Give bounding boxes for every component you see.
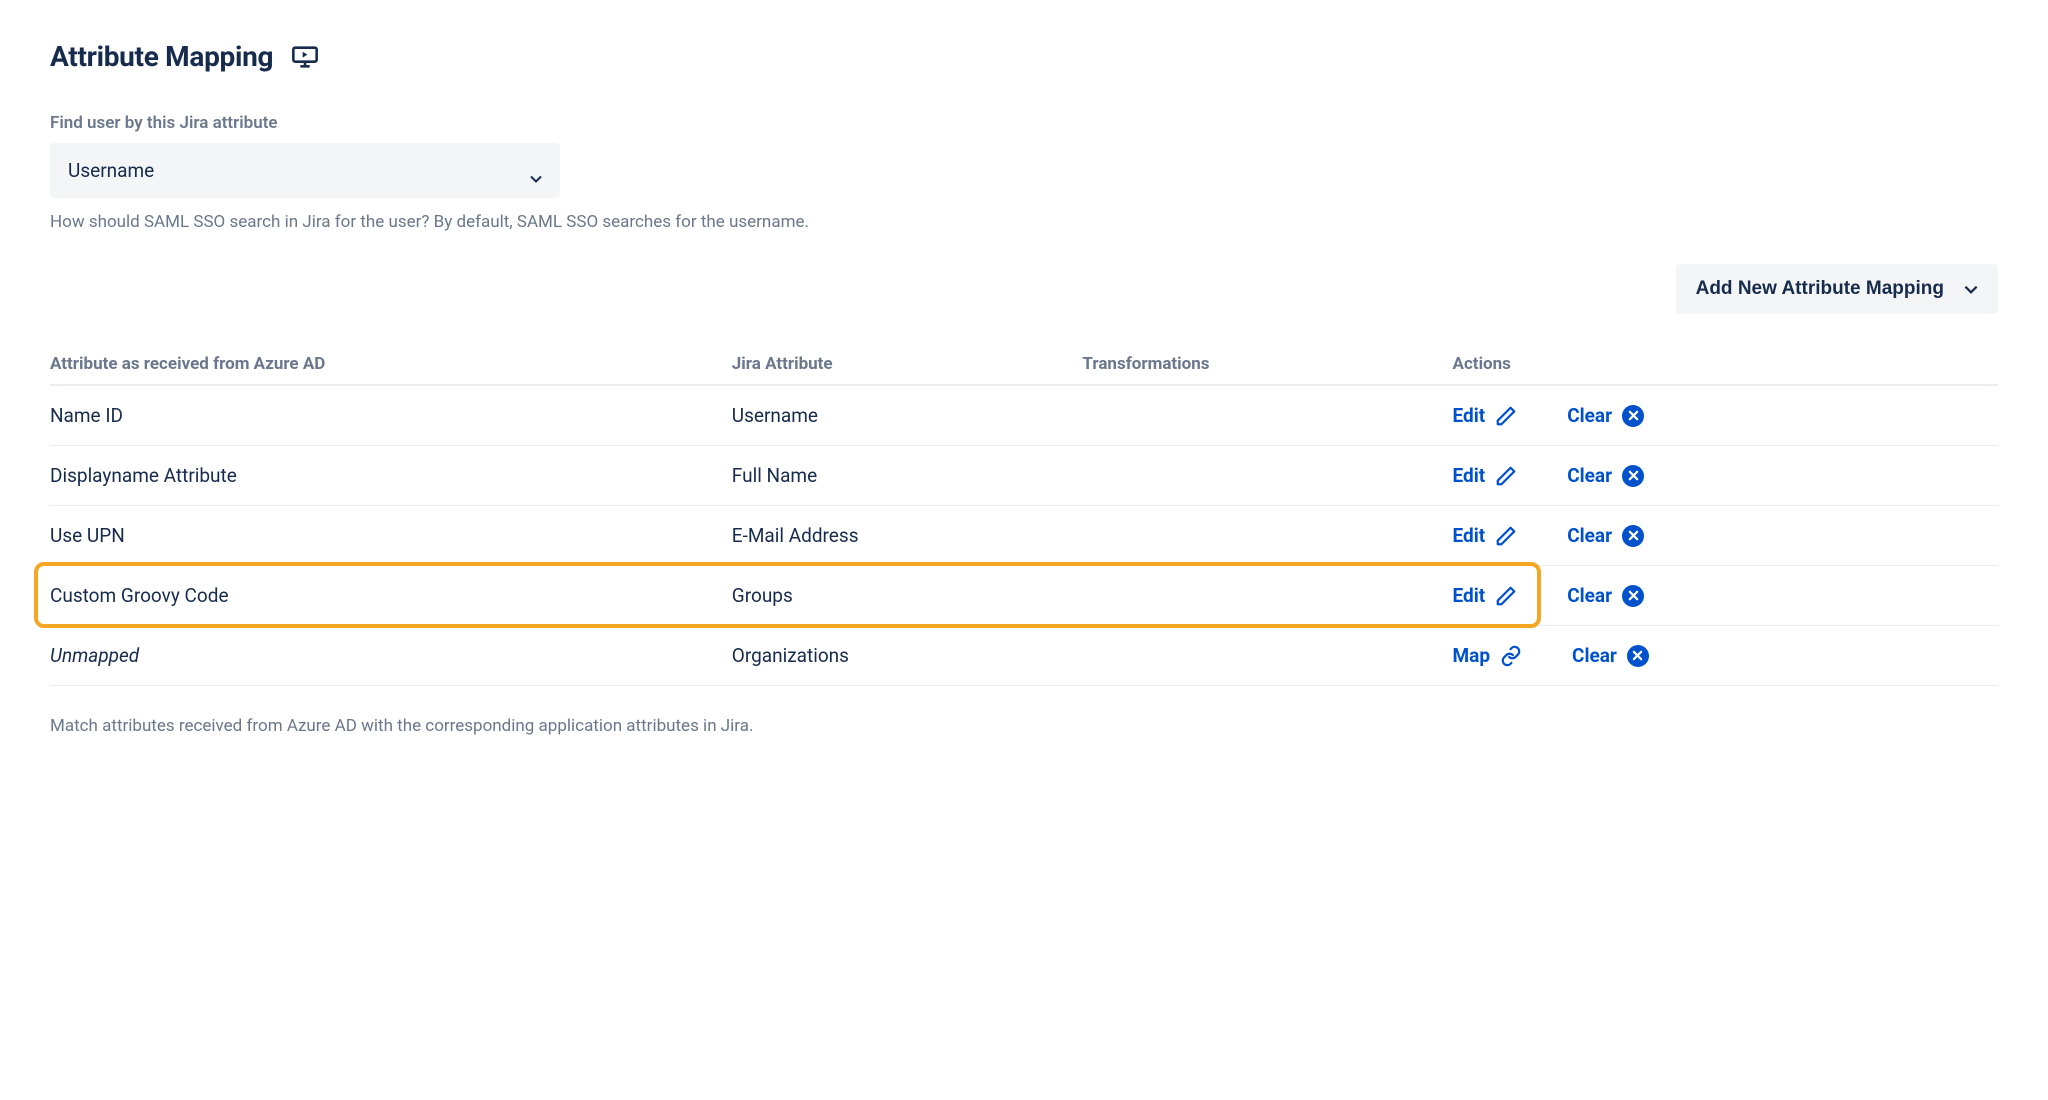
table-row: Name IDUsername Edit Clear [50,385,1998,446]
close-icon [1622,405,1644,427]
chevron-down-icon [530,165,542,177]
table-row: Use UPNE-Mail Address Edit Clear [50,506,1998,566]
cell-actions: Edit Clear [1453,506,1998,566]
clear-button[interactable]: Clear [1567,464,1644,487]
action-label: Edit [1453,404,1486,427]
close-icon [1622,465,1644,487]
cell-jira: Username [732,385,1083,446]
cell-transformations [1082,385,1452,446]
action-label: Clear [1567,584,1612,607]
action-label: Clear [1567,404,1612,427]
cell-transformations [1082,446,1452,506]
cell-source: Custom Groovy Code [50,566,732,626]
table-row: Displayname AttributeFull Name Edit Clear [50,446,1998,506]
col-header-transformations: Transformations [1082,344,1452,385]
cell-transformations [1082,626,1452,686]
map-button[interactable]: Map [1453,644,1523,667]
table-row: Custom Groovy CodeGroups Edit Clear [50,566,1998,626]
col-header-source: Attribute as received from Azure AD [50,344,732,385]
cell-jira: Organizations [732,626,1083,686]
clear-button[interactable]: Clear [1567,404,1644,427]
action-label: Edit [1453,584,1486,607]
cell-transformations [1082,506,1452,566]
action-label: Clear [1567,464,1612,487]
cell-actions: Edit Clear [1453,385,1998,446]
action-label: Edit [1453,464,1486,487]
cell-source: Displayname Attribute [50,446,732,506]
find-user-section: Find user by this Jira attribute Usernam… [50,113,1998,232]
find-user-select[interactable]: Username [50,143,560,198]
find-user-selected-value: Username [68,159,154,182]
close-icon [1627,645,1649,667]
cell-actions: Edit Clear [1453,446,1998,506]
add-attribute-mapping-button[interactable]: Add New Attribute Mapping [1676,264,1998,314]
footer-help-text: Match attributes received from Azure AD … [50,716,1998,736]
cell-source: Name ID [50,385,732,446]
close-icon [1622,585,1644,607]
table-row: UnmappedOrganizations Map Clear [50,626,1998,686]
cell-jira: E-Mail Address [732,506,1083,566]
action-label: Edit [1453,524,1486,547]
edit-button[interactable]: Edit [1453,524,1518,547]
cell-actions: Edit Clear [1453,566,1998,626]
action-label: Clear [1567,524,1612,547]
page-header: Attribute Mapping [50,40,1998,73]
cell-actions: Map Clear [1453,626,1998,686]
clear-button[interactable]: Clear [1572,644,1649,667]
edit-button[interactable]: Edit [1453,464,1518,487]
mapping-table: Attribute as received from Azure AD Jira… [50,344,1998,686]
cell-jira: Full Name [732,446,1083,506]
pencil-icon [1495,405,1517,427]
edit-button[interactable]: Edit [1453,404,1518,427]
add-button-label: Add New Attribute Mapping [1696,278,1944,300]
clear-button[interactable]: Clear [1567,524,1644,547]
chevron-down-icon [1964,278,1978,300]
pencil-icon [1495,525,1517,547]
action-label: Map [1453,644,1491,667]
action-label: Clear [1572,644,1617,667]
video-icon[interactable] [291,46,319,68]
cell-transformations [1082,566,1452,626]
edit-button[interactable]: Edit [1453,584,1518,607]
link-icon [1500,645,1522,667]
close-icon [1622,525,1644,547]
col-header-jira: Jira Attribute [732,344,1083,385]
find-user-label: Find user by this Jira attribute [50,113,1998,133]
pencil-icon [1495,585,1517,607]
pencil-icon [1495,465,1517,487]
find-user-help: How should SAML SSO search in Jira for t… [50,212,1998,232]
cell-source: Use UPN [50,506,732,566]
cell-jira: Groups [732,566,1083,626]
mapping-table-wrap: Attribute as received from Azure AD Jira… [50,344,1998,686]
clear-button[interactable]: Clear [1567,584,1644,607]
cell-source: Unmapped [50,626,732,686]
col-header-actions: Actions [1453,344,1998,385]
page-title: Attribute Mapping [50,40,273,73]
